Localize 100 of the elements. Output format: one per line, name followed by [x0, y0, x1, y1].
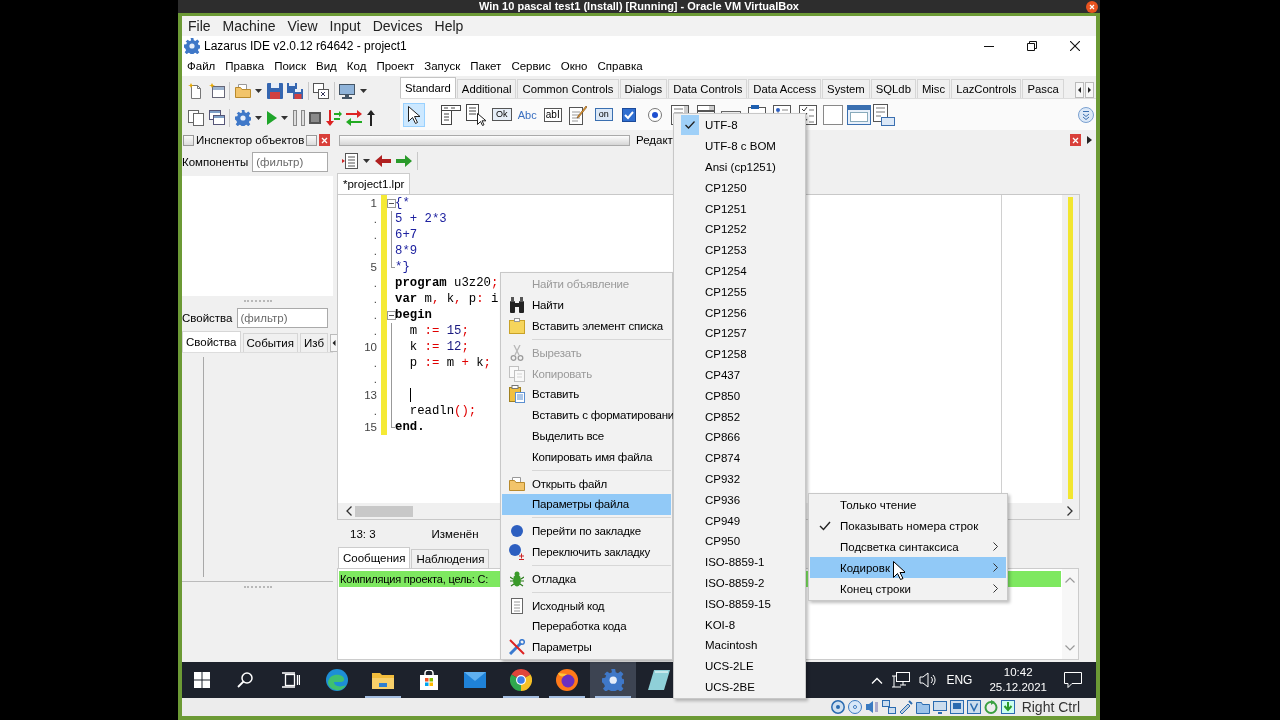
menu-item[interactable]: CP1250 — [675, 177, 804, 199]
menu-item[interactable]: CP437 — [675, 364, 804, 386]
menu-item[interactable]: Перейти по закладке — [502, 520, 671, 542]
palette-tab[interactable]: System — [822, 79, 870, 98]
gear-icon[interactable] — [234, 109, 251, 126]
clock-time[interactable]: 10:42 — [1003, 665, 1033, 680]
close-icon[interactable] — [1086, 0, 1098, 13]
menu-item[interactable]: Help — [428, 18, 470, 34]
menu-item[interactable]: CP1258 — [675, 343, 804, 365]
notification-icon[interactable] — [1064, 672, 1082, 688]
menu-item[interactable]: KOI-8 — [675, 614, 804, 635]
menu-item[interactable]: CP1253 — [675, 239, 804, 261]
save-icon[interactable] — [266, 82, 283, 99]
arrow-up-icon[interactable] — [366, 109, 375, 126]
monitor-icon[interactable] — [339, 82, 355, 99]
palette-tab[interactable]: Additional — [456, 79, 517, 98]
scrollbar-thumb[interactable] — [355, 505, 413, 517]
language-indicator[interactable]: ENG — [946, 673, 973, 687]
palette-tab[interactable]: Dialogs — [619, 79, 668, 98]
component-button[interactable] — [403, 102, 425, 127]
component-button[interactable] — [463, 102, 489, 127]
menu-item[interactable]: Показывать номера строк — [810, 515, 1006, 537]
dock-button[interactable] — [306, 134, 318, 146]
menu-item[interactable]: CP1252 — [675, 219, 804, 240]
menu-item[interactable]: Параметры файла — [502, 493, 671, 515]
editor-tab[interactable]: *project1.lpr — [337, 173, 411, 194]
menu-item[interactable]: Вид — [311, 60, 342, 72]
menu-item[interactable]: UTF-8 с BOM — [675, 135, 804, 157]
menu-item[interactable]: CP1255 — [675, 281, 804, 303]
menu-item[interactable]: CP1256 — [675, 302, 804, 323]
palette-tab[interactable]: SQLdb — [870, 79, 916, 98]
menu-item[interactable]: CP932 — [675, 468, 804, 490]
menu-item[interactable]: CP950 — [675, 530, 804, 552]
arrow-left-icon[interactable] — [1075, 82, 1084, 98]
component-button[interactable]: abI — [540, 102, 566, 127]
disk-icon[interactable] — [830, 700, 845, 714]
windows-icon[interactable] — [313, 82, 329, 99]
component-button[interactable] — [871, 102, 897, 127]
arrows-icon[interactable] — [346, 109, 362, 126]
volume-icon[interactable] — [919, 672, 938, 688]
component-button[interactable]: on — [591, 102, 617, 127]
menu-item[interactable]: ISO-8859-1 — [675, 551, 804, 573]
menu-item[interactable]: Переключить закладку — [502, 541, 671, 563]
menu-item[interactable]: CP936 — [675, 489, 804, 511]
menu-item[interactable]: Вставить — [502, 384, 671, 405]
palette-tab[interactable]: Common Controls — [517, 79, 619, 98]
caret-icon[interactable] — [255, 88, 262, 93]
screen-icon[interactable] — [949, 700, 964, 714]
menu-item[interactable]: Machine — [216, 18, 282, 34]
monitor-icon[interactable] — [932, 700, 947, 714]
arrows-icon[interactable] — [325, 109, 342, 126]
chevron-box-icon[interactable] — [966, 700, 981, 714]
menu-item[interactable]: Исходный код — [502, 595, 671, 616]
inspector-tab[interactable]: События — [242, 333, 298, 352]
caret-icon[interactable] — [281, 115, 288, 120]
menu-item[interactable]: Ansi (cp1251) — [675, 156, 804, 178]
chevron-right-icon[interactable] — [1067, 506, 1073, 516]
menu-item[interactable]: Параметры — [502, 636, 671, 658]
save-all-icon[interactable] — [287, 82, 303, 99]
arrow-left-icon[interactable] — [375, 155, 391, 167]
caret-icon[interactable] — [363, 159, 370, 163]
new-file-icon[interactable] — [188, 82, 204, 99]
menu-item[interactable]: Проект — [371, 60, 420, 72]
filter-field[interactable]: (фильтр) — [252, 152, 328, 172]
disc-icon[interactable] — [847, 700, 862, 714]
menu-item[interactable]: View — [281, 18, 324, 34]
list-icon[interactable] — [342, 153, 358, 169]
menu-item[interactable]: CP874 — [675, 447, 804, 469]
stop-icon[interactable] — [309, 111, 321, 124]
windows-icon[interactable] — [208, 110, 225, 125]
menu-item[interactable]: Открыть файл — [502, 473, 671, 494]
download-icon[interactable] — [1000, 700, 1015, 714]
menu-item[interactable]: Пакет — [465, 60, 507, 72]
menu-item[interactable]: CP1251 — [675, 198, 804, 219]
menu-item[interactable]: CP949 — [675, 510, 804, 531]
refresh-icon[interactable] — [983, 700, 998, 714]
palette-tab[interactable]: LazControls — [951, 79, 1022, 98]
menu-item[interactable]: Вставить с форматировани — [502, 404, 671, 426]
collapse-icon[interactable] — [386, 310, 396, 320]
clock-date[interactable]: 25.12.2021 — [989, 680, 1047, 695]
menu-item[interactable]: CP1257 — [675, 322, 804, 344]
menu-item[interactable]: Переработка кода — [502, 615, 671, 637]
menu-item[interactable]: Окно — [555, 60, 593, 72]
menu-item[interactable]: Подсветка синтаксиса — [810, 536, 1006, 558]
menu-item[interactable]: Конец строки — [810, 578, 1006, 599]
messages-tab[interactable]: Наблюдения — [411, 549, 490, 568]
menu-item[interactable]: Поиск — [269, 60, 311, 72]
menu-item[interactable]: Macintosh — [675, 634, 804, 656]
chevrons-down-icon[interactable] — [1078, 106, 1094, 123]
caret-icon[interactable] — [359, 88, 367, 93]
folder-icon[interactable] — [915, 700, 930, 714]
menu-item[interactable]: ISO-8859-15 — [675, 593, 804, 615]
inspector-tab[interactable]: Свойства — [182, 331, 241, 352]
menu-item[interactable]: Правка — [220, 60, 270, 72]
menu-item[interactable]: Найти — [502, 294, 671, 316]
palette-tab[interactable]: Data Controls — [668, 79, 748, 98]
menu-item[interactable]: Код — [341, 60, 372, 72]
palette-tab[interactable]: Pasca — [1022, 79, 1064, 98]
chevron-left-icon[interactable] — [346, 506, 352, 516]
menu-item[interactable]: CP1254 — [675, 260, 804, 282]
